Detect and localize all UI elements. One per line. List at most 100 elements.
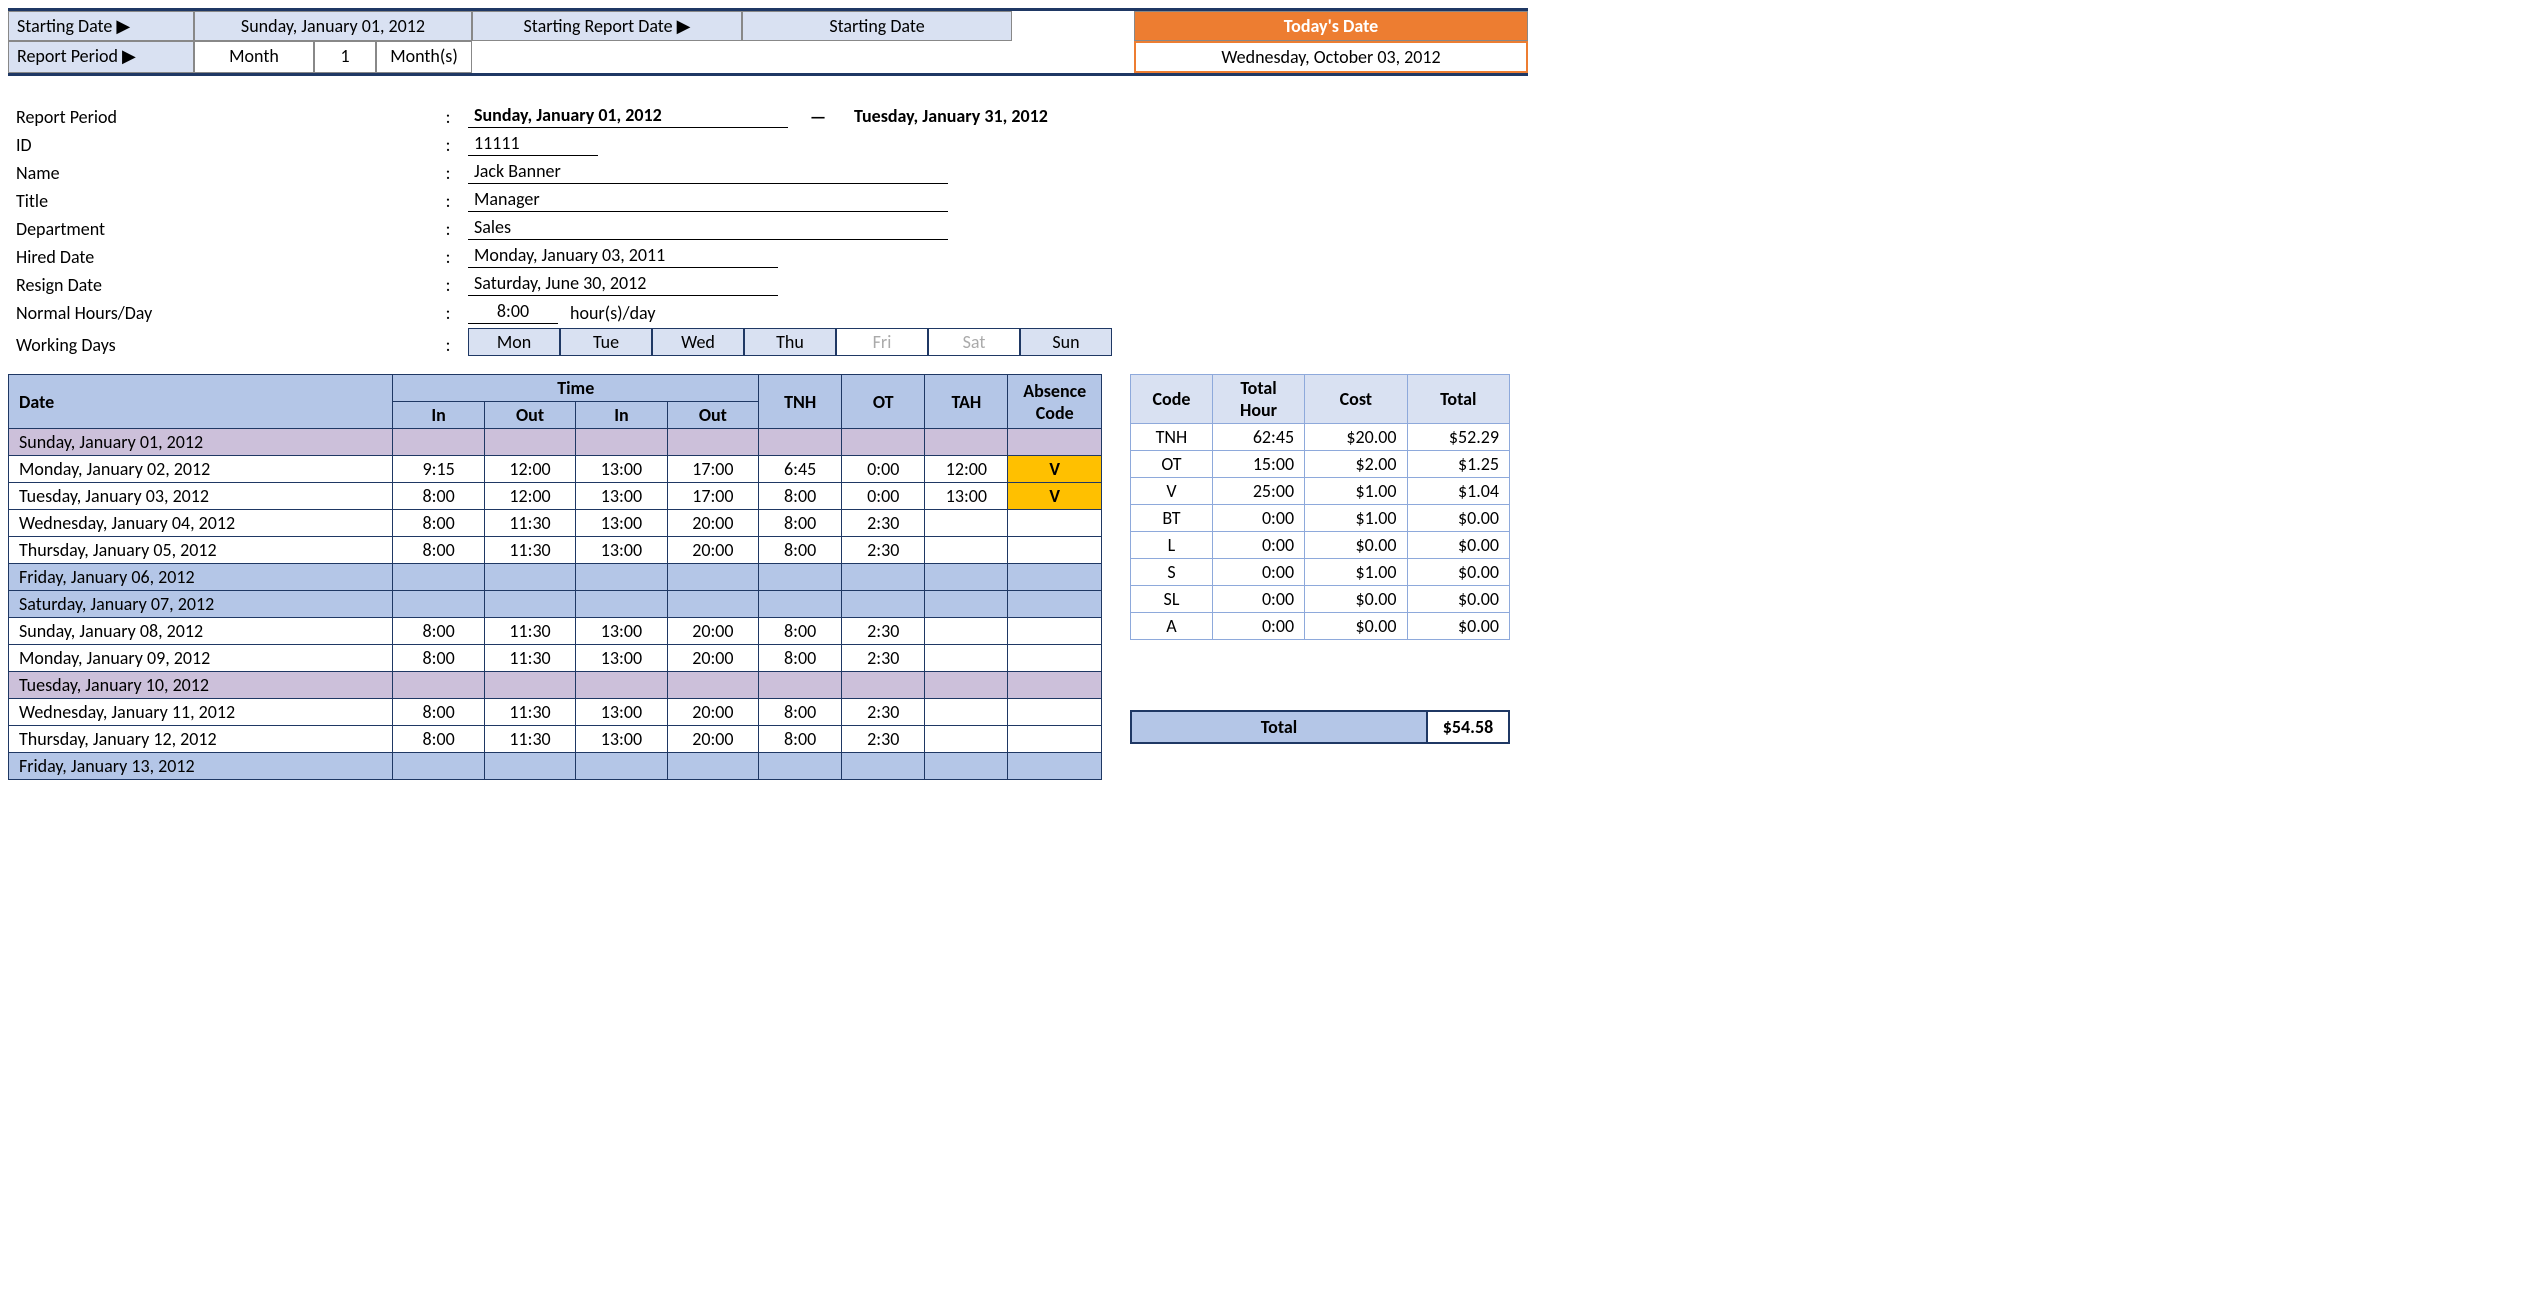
tah-cell [925, 537, 1008, 564]
starting-date-value[interactable]: Sunday, January 01, 2012 [194, 11, 472, 41]
out1-cell [484, 672, 575, 699]
summary-hour: 62:45 [1212, 424, 1304, 451]
out1-cell: 11:30 [484, 645, 575, 672]
th-total: Total [1407, 375, 1509, 424]
period-end: Tuesday, January 31, 2012 [848, 105, 1148, 128]
date-cell: Thursday, January 12, 2012 [9, 726, 393, 753]
tnh-cell [759, 564, 842, 591]
in1-cell: 8:00 [393, 726, 484, 753]
grand-total-table: Total $54.58 [1130, 710, 1510, 744]
in1-cell: 8:00 [393, 699, 484, 726]
out1-cell: 12:00 [484, 456, 575, 483]
abs-cell [1008, 591, 1102, 618]
date-cell: Sunday, January 08, 2012 [9, 618, 393, 645]
tah-cell: 12:00 [925, 456, 1008, 483]
date-cell: Friday, January 06, 2012 [9, 564, 393, 591]
id-value: 11111 [468, 132, 598, 156]
out2-cell: 17:00 [667, 456, 758, 483]
out2-cell: 20:00 [667, 537, 758, 564]
th-total-hour: Total Hour [1212, 375, 1304, 424]
date-cell: Monday, January 02, 2012 [9, 456, 393, 483]
date-cell: Sunday, January 01, 2012 [9, 429, 393, 456]
abs-cell [1008, 429, 1102, 456]
tah-cell [925, 753, 1008, 780]
day-wed: Wed [652, 328, 744, 356]
in1-cell: 8:00 [393, 645, 484, 672]
abs-cell: V [1008, 456, 1102, 483]
in2-cell: 13:00 [576, 618, 667, 645]
period-dash: — [788, 106, 848, 128]
day-tue: Tue [560, 328, 652, 356]
summary-table: Code Total Hour Cost Total TNH62:45$20.0… [1130, 374, 1510, 640]
out2-cell [667, 591, 758, 618]
todays-date-value: Wednesday, October 03, 2012 [1134, 41, 1528, 73]
tnh-cell [759, 672, 842, 699]
table-row: Monday, January 09, 20128:0011:3013:0020… [9, 645, 1102, 672]
title-label: Title [8, 190, 428, 212]
tah-cell [925, 510, 1008, 537]
ot-cell: 2:30 [842, 645, 925, 672]
out1-cell: 11:30 [484, 510, 575, 537]
summary-row: BT0:00$1.00$0.00 [1131, 505, 1510, 532]
th-out1: Out [484, 402, 575, 429]
th-date: Date [9, 375, 393, 429]
summary-row: TNH62:45$20.00$52.29 [1131, 424, 1510, 451]
in1-cell: 8:00 [393, 618, 484, 645]
tah-cell [925, 672, 1008, 699]
summary-row: V25:00$1.00$1.04 [1131, 478, 1510, 505]
in1-cell [393, 429, 484, 456]
summary-row: L0:00$0.00$0.00 [1131, 532, 1510, 559]
th-in1: In [393, 402, 484, 429]
report-period-unit[interactable]: Month [194, 41, 314, 73]
summary-hour: 0:00 [1212, 559, 1304, 586]
abs-cell [1008, 726, 1102, 753]
id-label: ID [8, 134, 428, 156]
abs-cell [1008, 699, 1102, 726]
in2-cell [576, 753, 667, 780]
normal-hours-suffix: hour(s)/day [558, 302, 655, 324]
table-row: Friday, January 13, 2012 [9, 753, 1102, 780]
report-period-suffix: Month(s) [376, 41, 472, 73]
colon: : [428, 106, 468, 128]
colon: : [428, 134, 468, 156]
th-tnh: TNH [759, 375, 842, 429]
summary-row: SL0:00$0.00$0.00 [1131, 586, 1510, 613]
out1-cell: 11:30 [484, 537, 575, 564]
date-cell: Thursday, January 05, 2012 [9, 537, 393, 564]
day-fri: Fri [836, 328, 928, 356]
summary-code: L [1131, 532, 1213, 559]
summary-code: S [1131, 559, 1213, 586]
out1-cell [484, 753, 575, 780]
employee-info: Report Period : Sunday, January 01, 2012… [8, 100, 1528, 356]
th-out2: Out [667, 402, 758, 429]
summary-total: $0.00 [1407, 505, 1509, 532]
in2-cell: 13:00 [576, 510, 667, 537]
ot-cell: 2:30 [842, 726, 925, 753]
resign-date-value: Saturday, June 30, 2012 [468, 272, 778, 296]
abs-cell: V [1008, 483, 1102, 510]
th-ot: OT [842, 375, 925, 429]
summary-hour: 0:00 [1212, 532, 1304, 559]
in2-cell: 13:00 [576, 483, 667, 510]
summary-hour: 0:00 [1212, 505, 1304, 532]
ot-cell [842, 672, 925, 699]
report-period-num[interactable]: 1 [314, 41, 376, 73]
table-row: Wednesday, January 04, 20128:0011:3013:0… [9, 510, 1102, 537]
colon: : [428, 190, 468, 212]
out1-cell: 11:30 [484, 699, 575, 726]
th-time: Time [393, 375, 759, 402]
table-row: Sunday, January 08, 20128:0011:3013:0020… [9, 618, 1102, 645]
ot-cell [842, 564, 925, 591]
tah-cell [925, 591, 1008, 618]
report-period-info-label: Report Period [8, 106, 428, 128]
department-label: Department [8, 218, 428, 240]
tnh-cell: 8:00 [759, 510, 842, 537]
summary-cost: $0.00 [1305, 532, 1407, 559]
starting-report-date-value[interactable]: Starting Date [742, 11, 1012, 41]
starting-report-date-label: Starting Report Date ▶ [472, 11, 742, 41]
summary-code: SL [1131, 586, 1213, 613]
ot-cell: 0:00 [842, 456, 925, 483]
tah-cell [925, 645, 1008, 672]
tah-cell [925, 564, 1008, 591]
in2-cell [576, 429, 667, 456]
